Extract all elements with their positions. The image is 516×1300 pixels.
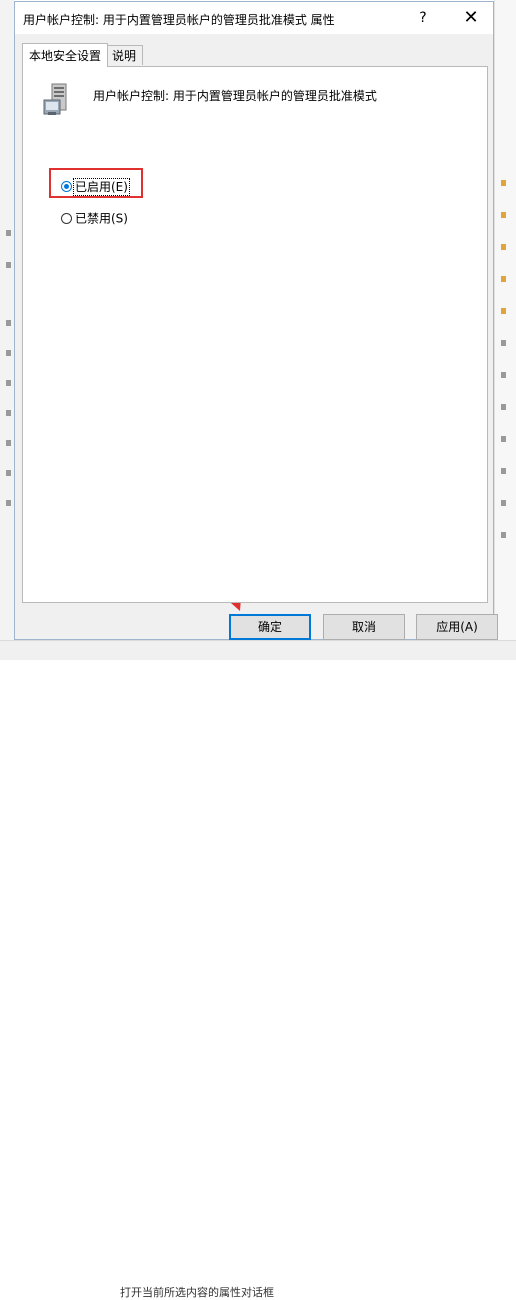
policy-server-icon (43, 83, 67, 115)
background-status-bar: 打开当前所选内容的属性对话框 (0, 640, 516, 1299)
enabled-option[interactable]: 已启用(E) (61, 177, 130, 196)
background-mark (6, 470, 11, 476)
title-bar[interactable]: 用户帐户控制: 用于内置管理员帐户的管理员批准模式 属性 ? ✕ (15, 2, 493, 34)
background-window-right-edge (494, 0, 516, 659)
tab-local-security-setting[interactable]: 本地安全设置 (22, 43, 109, 67)
background-status-text: 打开当前所选内容的属性对话框 (120, 1286, 274, 1299)
background-mark (6, 500, 11, 506)
background-mark (501, 532, 506, 538)
disabled-radio[interactable] (61, 213, 72, 224)
background-mark (6, 410, 11, 416)
background-window-left-edge (0, 0, 14, 659)
cancel-button[interactable]: 取消 (323, 614, 405, 640)
background-mark (501, 180, 506, 186)
tab-panel: 用户帐户控制: 用于内置管理员帐户的管理员批准模式 已启用(E) 已禁用(S) (22, 66, 488, 603)
disabled-label: 已禁用(S) (75, 211, 128, 226)
background-mark (501, 244, 506, 250)
disabled-option[interactable]: 已禁用(S) (61, 209, 128, 227)
background-mark (6, 262, 11, 268)
dialog-title: 用户帐户控制: 用于内置管理员帐户的管理员批准模式 属性 (23, 13, 335, 27)
background-mark (6, 320, 11, 326)
properties-dialog: 用户帐户控制: 用于内置管理员帐户的管理员批准模式 属性 ? ✕ 本地安全设置 … (14, 1, 498, 640)
apply-button[interactable]: 应用(A) (416, 614, 498, 640)
background-mark (501, 372, 506, 378)
enabled-label: 已启用(E) (73, 177, 130, 196)
background-mark (501, 500, 506, 506)
policy-name: 用户帐户控制: 用于内置管理员帐户的管理员批准模式 (93, 89, 377, 103)
close-button[interactable]: ✕ (459, 6, 483, 30)
background-mark (501, 308, 506, 314)
background-mark (6, 230, 11, 236)
background-mark (501, 436, 506, 442)
ok-button[interactable]: 确定 (229, 614, 311, 640)
help-button[interactable]: ? (411, 6, 435, 30)
background-mark (6, 380, 11, 386)
background-mark (501, 468, 506, 474)
background-mark (501, 212, 506, 218)
background-mark (501, 340, 506, 346)
enabled-radio[interactable] (61, 181, 72, 192)
background-mark (6, 440, 11, 446)
background-mark (501, 276, 506, 282)
background-mark (6, 350, 11, 356)
background-mark (501, 404, 506, 410)
tab-explain[interactable]: 说明 (105, 45, 143, 65)
